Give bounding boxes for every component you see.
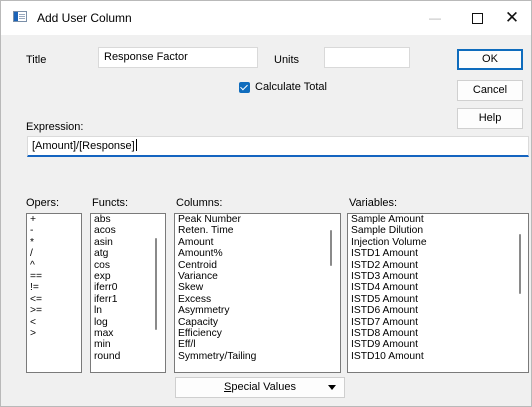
- column-item[interactable]: Capacity: [178, 317, 340, 328]
- variable-item[interactable]: ISTD4 Amount: [351, 282, 528, 293]
- oper-item[interactable]: !=: [30, 282, 81, 293]
- variable-item[interactable]: Sample Dilution: [351, 225, 528, 236]
- functs-label: Functs:: [92, 197, 129, 209]
- title-label: Title: [26, 54, 47, 66]
- chevron-down-icon: [328, 385, 336, 390]
- column-item[interactable]: Efficiency: [178, 328, 340, 339]
- expression-input[interactable]: [Amount]/[Response]: [27, 136, 529, 157]
- variable-item[interactable]: ISTD5 Amount: [351, 294, 528, 305]
- variables-scrollbar[interactable]: [519, 234, 521, 294]
- column-item[interactable]: Skew: [178, 282, 340, 293]
- calculate-total-checkbox[interactable]: [239, 82, 250, 93]
- close-icon[interactable]: ✕: [497, 5, 527, 31]
- column-item[interactable]: Variance: [178, 271, 340, 282]
- funct-item[interactable]: acos: [94, 225, 165, 236]
- minimize-icon[interactable]: —: [412, 5, 458, 31]
- oper-item[interactable]: >: [30, 328, 81, 339]
- units-label: Units: [274, 54, 300, 66]
- column-item[interactable]: Centroid: [178, 260, 340, 271]
- funct-item[interactable]: abs: [94, 214, 165, 225]
- oper-item[interactable]: /: [30, 248, 81, 259]
- variable-item[interactable]: ISTD6 Amount: [351, 305, 528, 316]
- variable-item[interactable]: Injection Volume: [351, 237, 528, 248]
- column-item[interactable]: Peak Number: [178, 214, 340, 225]
- variable-item[interactable]: ISTD9 Amount: [351, 339, 528, 350]
- variable-item[interactable]: ISTD8 Amount: [351, 328, 528, 339]
- units-field[interactable]: [324, 47, 410, 68]
- maximize-icon[interactable]: [460, 5, 496, 31]
- oper-item[interactable]: ^: [30, 260, 81, 271]
- oper-item[interactable]: <=: [30, 294, 81, 305]
- expression-text: [Amount]/[Response]: [32, 140, 135, 152]
- window-title: Add User Column: [37, 11, 132, 25]
- opers-list[interactable]: + - * / ^ == != <= >= < >: [26, 213, 82, 373]
- columns-label: Columns:: [176, 197, 223, 209]
- funct-item[interactable]: round: [94, 351, 165, 362]
- variable-item[interactable]: ISTD2 Amount: [351, 260, 528, 271]
- add-user-column-dialog: Add User Column — ✕ Title Response Facto…: [0, 0, 532, 407]
- oper-item[interactable]: >=: [30, 305, 81, 316]
- column-item[interactable]: Symmetry/Tailing: [178, 351, 340, 362]
- columns-list[interactable]: Peak Number Reten. Time Amount Amount% Centr…: [174, 213, 341, 373]
- variables-list[interactable]: Sample Amount Sample Dilution Injection Vo…: [347, 213, 529, 373]
- columns-scrollbar[interactable]: [330, 230, 332, 266]
- variable-item[interactable]: ISTD7 Amount: [351, 317, 528, 328]
- oper-item[interactable]: *: [30, 237, 81, 248]
- app-icon: [13, 11, 27, 22]
- column-item[interactable]: Amount%: [178, 248, 340, 259]
- functs-scrollbar[interactable]: [155, 238, 157, 330]
- column-item[interactable]: Asymmetry: [178, 305, 340, 316]
- cancel-button[interactable]: Cancel: [457, 80, 523, 101]
- variable-item[interactable]: ISTD3 Amount: [351, 271, 528, 282]
- oper-item[interactable]: <: [30, 317, 81, 328]
- help-button[interactable]: Help: [457, 108, 523, 129]
- ok-button[interactable]: OK: [457, 49, 523, 70]
- functs-list[interactable]: abs acos asin atg cos exp iferr0 iferr1 ln log max…: [90, 213, 166, 373]
- oper-item[interactable]: +: [30, 214, 81, 225]
- title-field[interactable]: Response Factor: [98, 47, 258, 68]
- special-values-dropdown[interactable]: Special Values: [175, 377, 345, 398]
- oper-item[interactable]: -: [30, 225, 81, 236]
- special-values-label: pecial Values: [231, 381, 296, 393]
- title-bar: Add User Column — ✕: [1, 1, 531, 35]
- opers-label: Opers:: [26, 197, 60, 209]
- column-item[interactable]: Amount: [178, 237, 340, 248]
- oper-item[interactable]: ==: [30, 271, 81, 282]
- variable-item[interactable]: Sample Amount: [351, 214, 528, 225]
- column-item[interactable]: Reten. Time: [178, 225, 340, 236]
- calculate-total-label: Calculate Total: [255, 81, 327, 93]
- column-item[interactable]: Excess: [178, 294, 340, 305]
- expression-label: Expression:: [26, 121, 84, 133]
- column-item[interactable]: Eff/l: [178, 339, 340, 350]
- text-caret: [135, 139, 137, 151]
- variables-label: Variables:: [349, 197, 398, 209]
- funct-item[interactable]: min: [94, 339, 165, 350]
- variable-item[interactable]: ISTD10 Amount: [351, 351, 528, 362]
- variable-item[interactable]: ISTD1 Amount: [351, 248, 528, 259]
